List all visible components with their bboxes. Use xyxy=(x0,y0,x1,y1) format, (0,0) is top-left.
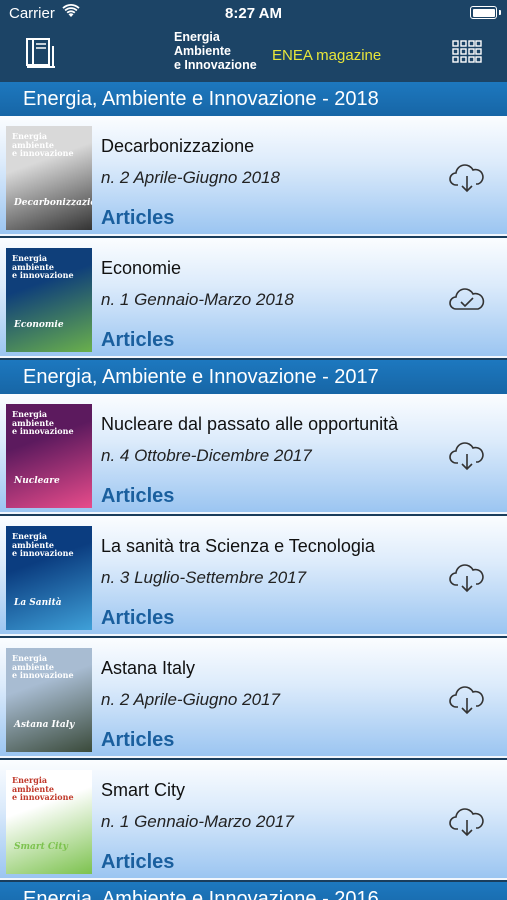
issue-date: n. 3 Luglio-Settembre 2017 xyxy=(101,568,307,587)
cover-headline: Smart City xyxy=(14,842,68,852)
cover-headline: Nucleare xyxy=(14,476,60,486)
cloud-download-icon[interactable] xyxy=(449,441,485,471)
nav-title: ENEA magazine xyxy=(272,47,382,64)
magazine-logo: Energia Ambiente e Innovazione xyxy=(174,30,257,72)
cover-image[interactable]: Energia ambiente e innovazione Nucleare xyxy=(6,404,92,508)
issue-date: n. 2 Aprile-Giugno 2017 xyxy=(101,690,280,709)
cover-headline: La Sanità xyxy=(14,598,62,608)
logo-line: e Innovazione xyxy=(174,58,257,72)
articles-link[interactable]: Articles xyxy=(101,851,174,874)
cover-masthead: Energia ambiente e innovazione xyxy=(12,775,74,802)
cover-masthead: Energia ambiente e innovazione xyxy=(12,253,74,280)
logo-line: Energia xyxy=(174,30,220,44)
articles-link[interactable]: Articles xyxy=(101,329,174,352)
cloud-download-icon[interactable] xyxy=(449,163,485,193)
issue-title: Nucleare dal passato alle opportunità xyxy=(101,414,399,434)
issue-list[interactable]: Energia, Ambiente e Innovazione - 2018 E… xyxy=(0,82,507,900)
issue-title: Astana Italy xyxy=(101,658,196,678)
issue-date: n. 4 Ottobre-Dicembre 2017 xyxy=(101,446,312,465)
articles-link[interactable]: Articles xyxy=(101,607,174,630)
issue-date: n. 1 Gennaio-Marzo 2018 xyxy=(101,290,294,309)
cover-headline: Economie xyxy=(14,320,64,330)
cloud-download-icon[interactable] xyxy=(449,807,485,837)
articles-link[interactable]: Articles xyxy=(101,485,174,508)
list-item[interactable]: Energia ambiente e innovazione Astana Ital… xyxy=(0,638,507,758)
articles-link[interactable]: Articles xyxy=(101,729,174,752)
library-icon[interactable] xyxy=(24,36,58,70)
cover-image[interactable]: Energia ambiente e innovazione La Sanità xyxy=(6,526,92,630)
issue-title: Economie xyxy=(101,258,182,278)
issue-title: Decarbonizzazione xyxy=(101,136,255,156)
logo-line: Ambiente xyxy=(174,44,231,58)
list-item[interactable]: Energia ambiente e innovazione La Sanità L… xyxy=(0,516,507,636)
issue-date: n. 1 Gennaio-Marzo 2017 xyxy=(101,812,294,831)
cover-image[interactable]: Energia ambiente e innovazione Smart City xyxy=(6,770,92,874)
cover-image[interactable]: Energia ambiente e innovazione Decarbonizz… xyxy=(6,126,92,230)
section-header: Energia, Ambiente e Innovazione - 2016 xyxy=(0,882,507,900)
issue-title: La sanità tra Scienza e Tecnologia xyxy=(101,536,375,556)
cover-masthead: Energia ambiente e innovazione xyxy=(12,409,74,436)
cover-masthead: Energia ambiente e innovazione xyxy=(12,131,74,158)
grid-view-icon[interactable] xyxy=(452,40,482,64)
list-item[interactable]: Energia ambiente e innovazione Nucleare Nu… xyxy=(0,394,507,514)
cover-masthead: Energia ambiente e innovazione xyxy=(12,653,74,680)
cover-image[interactable]: Energia ambiente e innovazione Astana Ital… xyxy=(6,648,92,752)
cover-headline: Astana Italy xyxy=(14,720,75,730)
cloud-download-icon[interactable] xyxy=(449,563,485,593)
issue-title: Smart City xyxy=(101,780,186,800)
cover-image[interactable]: Energia ambiente e innovazione Economie xyxy=(6,248,92,352)
clock: 8:27 AM xyxy=(225,5,282,22)
cover-headline: Decarbonizzazione xyxy=(14,198,92,208)
status-bar: Carrier 8:27 AM xyxy=(0,0,507,28)
nav-bar: Energia Ambiente e Innovazione ENEA maga… xyxy=(0,28,507,82)
section-header: Energia, Ambiente e Innovazione - 2018 xyxy=(0,82,507,116)
cloud-download-icon[interactable] xyxy=(449,685,485,715)
list-item[interactable]: Energia ambiente e innovazione Decarbonizz… xyxy=(0,116,507,236)
articles-link[interactable]: Articles xyxy=(101,207,174,230)
list-item[interactable]: Energia ambiente e innovazione Smart City … xyxy=(0,760,507,880)
battery-icon xyxy=(470,6,501,19)
section-header: Energia, Ambiente e Innovazione - 2017 xyxy=(0,360,507,394)
cover-masthead: Energia ambiente e innovazione xyxy=(12,531,74,558)
cloud-check-icon[interactable] xyxy=(449,285,485,315)
issue-date: n. 2 Aprile-Giugno 2018 xyxy=(101,168,280,187)
list-item[interactable]: Energia ambiente e innovazione Economie Ec… xyxy=(0,238,507,358)
